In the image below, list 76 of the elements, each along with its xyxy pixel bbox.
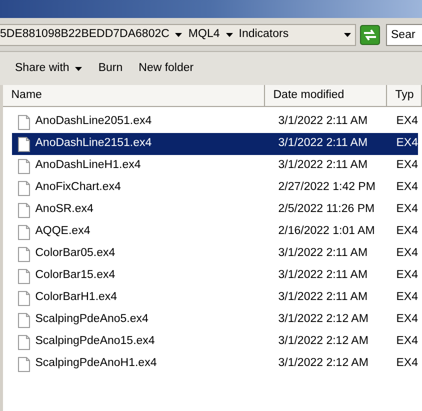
toolbar-button[interactable]: Burn [98, 60, 123, 78]
file-name: ColorBar15.ex4 [35, 268, 116, 284]
date-modified: 3/1/2022 2:11 AM [277, 136, 369, 152]
file-row[interactable]: AnoDashLine2151.ex4 3/1/2022 2:11 AM EX4 [12, 133, 418, 155]
date-modified: 3/1/2022 2:11 AM [277, 268, 369, 284]
file-icon [18, 334, 30, 350]
file-icon [18, 356, 30, 372]
file-icon [18, 114, 30, 130]
file-row[interactable]: ColorBar05.ex4 3/1/2022 2:11 AM EX4 [12, 243, 418, 265]
search-field[interactable]: Sear [386, 24, 422, 46]
file-row[interactable]: AQQE.ex4 2/16/2022 1:01 AM EX4 [12, 221, 418, 243]
file-name: AQQE.ex4 [35, 224, 90, 240]
file-icon [18, 290, 30, 306]
file-row[interactable]: AnoDashLineH1.ex4 3/1/2022 2:11 AM EX4 [12, 155, 418, 177]
date-modified: 2/5/2022 11:26 PM [277, 202, 376, 218]
column-header[interactable]: Date modified [265, 85, 388, 106]
file-icon [18, 136, 30, 152]
file-name: ScalpingPdeAno5.ex4 [35, 312, 148, 328]
date-modified: 2/16/2022 1:01 AM [277, 224, 376, 240]
file-name: ScalpingPdeAno15.ex4 [35, 334, 155, 350]
file-type: EX4 [396, 312, 418, 328]
file-name: AnoFixChart.ex4 [35, 180, 121, 196]
file-type: EX4 [396, 224, 418, 240]
date-modified: 3/1/2022 2:12 AM [277, 334, 370, 350]
file-name: AnoDashLineH1.ex4 [35, 158, 141, 174]
file-icon [18, 158, 30, 174]
file-row[interactable]: ColorBar15.ex4 3/1/2022 2:11 AM EX4 [12, 265, 418, 287]
toolbar-button[interactable]: Share with [15, 60, 82, 78]
caret-icon [226, 32, 233, 36]
address-bar[interactable]: 5DE881098B22BEDD7DA6802C MQL4 Indicators [0, 24, 356, 46]
file-type: EX4 [396, 136, 418, 152]
file-type: EX4 [396, 202, 418, 218]
file-name: ScalpingPdeAnoH1.ex4 [35, 356, 157, 372]
column-header[interactable]: Name [3, 85, 266, 106]
refresh-icon[interactable] [360, 24, 380, 44]
file-name: ColorBar05.ex4 [35, 246, 116, 262]
file-type: EX4 [396, 334, 418, 350]
file-type: EX4 [396, 158, 418, 174]
date-modified: 3/1/2022 2:11 AM [277, 246, 369, 262]
file-name: ColorBarH1.ex4 [35, 290, 118, 306]
column-header[interactable]: Typ [387, 85, 422, 106]
date-modified: 3/1/2022 2:12 AM [277, 312, 370, 328]
file-icon [18, 202, 30, 218]
caret-icon [75, 66, 82, 70]
dropdown-caret-icon [344, 32, 351, 36]
file-type: EX4 [396, 268, 418, 284]
date-modified: 3/1/2022 2:11 AM [277, 158, 369, 174]
file-row[interactable]: AnoSR.ex4 2/5/2022 11:26 PM EX4 [12, 199, 418, 221]
file-type: EX4 [396, 114, 418, 130]
file-name: AnoDashLine2051.ex4 [35, 114, 152, 130]
file-name: AnoDashLine2151.ex4 [35, 136, 152, 152]
file-icon [18, 180, 30, 196]
file-type: EX4 [396, 246, 418, 262]
caret-icon [175, 32, 182, 36]
toolbar-button[interactable]: New folder [138, 60, 194, 78]
breadcrumb-item[interactable]: MQL4 [188, 26, 220, 44]
file-icon [18, 268, 30, 284]
date-modified: 2/27/2022 1:42 PM [277, 180, 376, 196]
file-icon [18, 312, 30, 328]
file-icon [18, 224, 30, 240]
file-row[interactable]: ScalpingPdeAnoH1.ex4 3/1/2022 2:12 AM EX4 [12, 353, 418, 375]
file-row[interactable]: ScalpingPdeAno15.ex4 3/1/2022 2:12 AM EX4 [12, 331, 418, 353]
file-row[interactable]: ScalpingPdeAno5.ex4 3/1/2022 2:12 AM EX4 [12, 309, 418, 331]
file-icon [18, 246, 30, 262]
breadcrumb-item[interactable]: 5DE881098B22BEDD7DA6802C [0, 26, 170, 44]
date-modified: 3/1/2022 2:11 AM [277, 290, 369, 306]
date-modified: 3/1/2022 2:12 AM [277, 356, 370, 372]
file-row[interactable]: AnoDashLine2051.ex4 3/1/2022 2:11 AM EX4 [12, 111, 418, 133]
breadcrumb-item[interactable]: Indicators [238, 26, 289, 44]
date-modified: 3/1/2022 2:11 AM [277, 114, 369, 130]
file-type: EX4 [396, 290, 418, 306]
file-name: AnoSR.ex4 [35, 202, 94, 218]
file-type: EX4 [396, 356, 418, 372]
file-row[interactable]: AnoFixChart.ex4 2/27/2022 1:42 PM EX4 [12, 177, 418, 199]
file-row[interactable]: ColorBarH1.ex4 3/1/2022 2:11 AM EX4 [12, 287, 418, 309]
file-type: EX4 [396, 180, 418, 196]
